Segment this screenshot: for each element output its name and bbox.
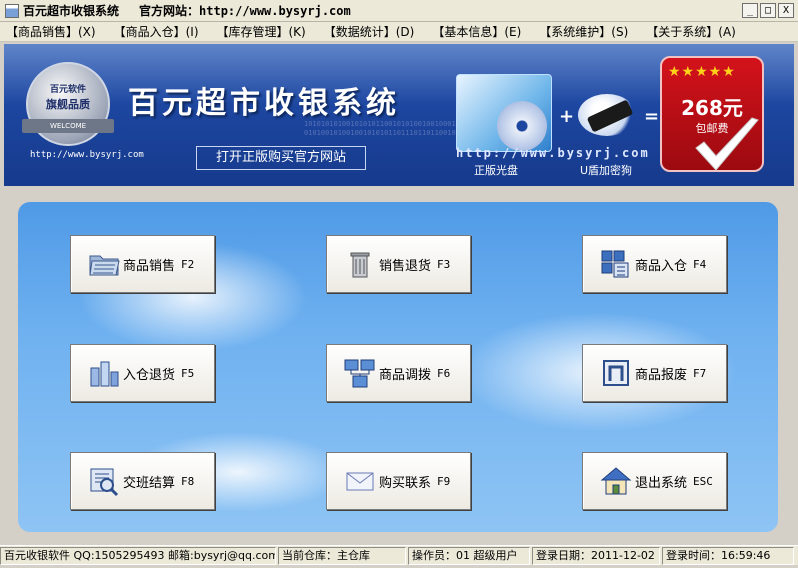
scrap-hotkey: F7 [693, 366, 707, 380]
banner-url: http://www.bysyrj.com [30, 150, 144, 160]
status-login-date: 登录日期：2011-12-02 [532, 546, 660, 565]
rating-stars: ★★★★★ [668, 64, 736, 80]
network-icon [344, 359, 375, 388]
status-operator: 操作员：01 超级用户 [408, 546, 530, 565]
status-warehouse: 当前仓库：主仓库 [278, 546, 406, 565]
promo-banner: 百元软件 旗舰品质 WELCOME http://www.bysyrj.com … [4, 44, 794, 186]
stock-in-label: 商品入仓 [635, 258, 688, 274]
exit-system-label: 退出系统 [635, 475, 688, 491]
menu-statistics[interactable]: 【数据统计】(D) [324, 23, 415, 40]
trash-icon [350, 252, 370, 278]
menu-sales[interactable]: 【商品销售】(X) [6, 23, 96, 40]
quality-badge: 百元软件 旗舰品质 WELCOME [22, 62, 114, 146]
status-bar: 百元收银软件 QQ:1505295493 邮箱:bysyrj@qq.com 当前… [0, 545, 798, 565]
buy-official-site-link[interactable]: 打开正版购买官方网站 [196, 146, 366, 170]
shift-settle-button[interactable]: 交班结算 F8 [70, 452, 215, 510]
sales-return-hotkey: F3 [437, 257, 451, 271]
stock-in-button[interactable]: 商品入仓 F4 [582, 235, 727, 293]
menu-bar: 【商品销售】(X) 【商品入仓】(I) 【库存管理】(K) 【数据统计】(D) … [0, 22, 798, 42]
menu-inventory[interactable]: 【库存管理】(K) [217, 23, 306, 40]
title-bar: 百元超市收银系统 官方网站：http://www.bysyrj.com _ □ … [0, 0, 798, 22]
checkmark-icon [695, 117, 759, 171]
warehouse-icon [601, 250, 629, 278]
badge-brand: 百元软件 [49, 85, 86, 95]
banner-site-text: http://www.bysyrj.com [456, 146, 650, 160]
menu-maintenance[interactable]: 【系统维护】(S) [539, 23, 628, 40]
window-controls: _ □ X [742, 3, 794, 18]
scrap-icon [603, 360, 629, 386]
purchase-contact-button[interactable]: 购买联系 F9 [326, 452, 471, 510]
shift-settle-hotkey: F8 [181, 474, 195, 488]
plus-sign: + [559, 106, 575, 127]
purchase-contact-hotkey: F9 [437, 474, 451, 488]
stock-in-hotkey: F4 [693, 257, 707, 271]
banner-title: 百元超市收银系统 [128, 86, 400, 121]
close-button[interactable]: X [778, 3, 794, 18]
sales-return-label: 销售退货 [379, 258, 432, 274]
caption-cd: 正版光盘 [474, 164, 518, 177]
cd-package-image [456, 74, 552, 152]
stock-return-button[interactable]: 入仓退货 F5 [70, 344, 215, 402]
exit-system-hotkey: ESC [693, 474, 713, 488]
mail-icon [346, 472, 374, 491]
scrap-label: 商品报废 [635, 367, 688, 383]
transfer-button[interactable]: 商品调拨 F6 [326, 344, 471, 402]
window-site-label: 官方网站：http://www.bysyrj.com [139, 4, 351, 18]
caption-usb: U盾加密狗 [580, 164, 633, 177]
status-company: 百元收银软件 QQ:1505295493 邮箱:bysyrj@qq.com [0, 546, 276, 565]
purchase-contact-label: 购买联系 [379, 475, 432, 491]
scrap-button[interactable]: 商品报废 F7 [582, 344, 727, 402]
window-title: 百元超市收银系统 [23, 4, 120, 18]
folder-icon [89, 255, 120, 276]
stock-return-label: 入仓退货 [123, 367, 176, 383]
cd-disc-icon [497, 101, 547, 151]
menu-basic-info[interactable]: 【基本信息】(E) [432, 23, 521, 40]
transfer-hotkey: F6 [437, 366, 451, 380]
badge-ribbon: WELCOME [22, 119, 114, 133]
sales-button[interactable]: 商品销售 F2 [70, 235, 215, 293]
menu-about[interactable]: 【关于系统】(A) [646, 23, 736, 40]
app-icon [5, 3, 19, 18]
function-panel: 商品销售 F2 销售退货 F3 商品入仓 F4 入仓退货 F5 商品调拨 F6 … [18, 202, 778, 532]
maximize-button[interactable]: □ [760, 3, 776, 18]
badge-quality: 旗舰品质 [46, 98, 90, 111]
status-login-time: 登录时间：16:59:46 [662, 546, 794, 565]
menu-stock-in[interactable]: 【商品入仓】(I) [114, 23, 199, 40]
home-icon [600, 467, 632, 495]
return-icon [90, 361, 119, 387]
equals-sign: = [644, 106, 660, 127]
settle-icon [90, 468, 119, 497]
stock-return-hotkey: F5 [181, 366, 195, 380]
sales-return-button[interactable]: 销售退货 F3 [326, 235, 471, 293]
sales-label: 商品销售 [123, 258, 176, 274]
minimize-button[interactable]: _ [742, 3, 758, 18]
transfer-label: 商品调拨 [379, 367, 432, 383]
sales-hotkey: F2 [181, 257, 195, 271]
exit-system-button[interactable]: 退出系统 ESC [582, 452, 727, 510]
shift-settle-label: 交班结算 [123, 475, 176, 491]
